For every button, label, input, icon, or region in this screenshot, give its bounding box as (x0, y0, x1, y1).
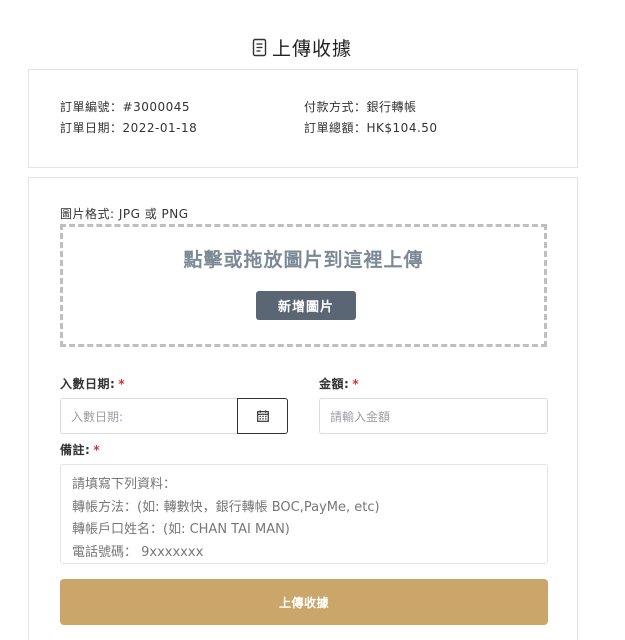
remarks-line: 轉帳戶口姓名：(如: CHAN TAI MAN) (72, 522, 290, 537)
upload-card: 圖片格式: JPG 或 PNG 點擊或拖放圖片到這裡上傳 新增圖片 入數日期: *… (28, 177, 578, 640)
calendar-button[interactable] (237, 398, 288, 434)
remarks-line: 轉帳方法：(如: 轉數快，銀行轉帳 BOC,PayMe, etc) (72, 499, 380, 515)
remarks-line: 請填寫下列資料： (72, 477, 177, 492)
remarks-line: 電話號碼： 9xxxxxxx (72, 544, 204, 560)
receipt-icon (252, 38, 267, 56)
order-date-label: 訂單日期： (60, 121, 123, 135)
image-format-label: 圖片格式: JPG 或 PNG (60, 207, 189, 221)
page-title: 上傳收據 (271, 38, 352, 60)
amount-label: 金額: * (319, 375, 359, 392)
payment-method: 付款方式：銀行轉帳 (304, 98, 417, 115)
remarks-textarea[interactable]: 請填寫下列資料： 轉帳方法：(如: 轉數快，銀行轉帳 BOC,PayMe, et… (60, 464, 548, 564)
order-total-value: HK$104.50 (366, 121, 438, 135)
deposit-date-label-text: 入數日期: (60, 377, 116, 391)
dropzone-text: 點擊或拖放圖片到這裡上傳 (183, 249, 424, 271)
amount-label-text: 金額: (319, 377, 350, 391)
upload-receipt-button[interactable]: 上傳收據 (60, 579, 548, 625)
payment-method-label: 付款方式： (304, 100, 367, 114)
calendar-icon (256, 410, 269, 422)
order-number-value: #3000045 (122, 100, 191, 114)
order-number-label: 訂單編號： (60, 100, 123, 114)
order-info-card: 訂單編號：#3000045 訂單日期：2022-01-18 付款方式：銀行轉帳 … (28, 69, 578, 168)
deposit-date-label: 入數日期: * (60, 375, 125, 392)
deposit-date-placeholder: 入數日期: (71, 409, 124, 424)
payment-method-value: 銀行轉帳 (366, 100, 417, 114)
order-date: 訂單日期：2022-01-18 (60, 119, 197, 136)
order-number: 訂單編號：#3000045 (60, 98, 190, 115)
required-mark: * (118, 377, 126, 391)
order-date-value: 2022-01-18 (122, 121, 198, 135)
remarks-label-text: 備註: (60, 443, 91, 457)
add-image-button[interactable]: 新增圖片 (256, 291, 356, 320)
page-header: 上傳收據 (0, 34, 604, 61)
image-dropzone[interactable]: 點擊或拖放圖片到這裡上傳 新增圖片 (60, 224, 547, 347)
deposit-date-input[interactable]: 入數日期: (60, 398, 238, 434)
remarks-label: 備註: * (60, 441, 100, 458)
required-mark: * (93, 443, 101, 457)
required-mark: * (352, 377, 360, 391)
order-total: 訂單總額：HK$104.50 (304, 119, 438, 136)
order-total-label: 訂單總額： (304, 121, 367, 135)
amount-input[interactable]: 請輸入金額 (319, 398, 548, 434)
amount-placeholder: 請輸入金額 (330, 409, 391, 424)
